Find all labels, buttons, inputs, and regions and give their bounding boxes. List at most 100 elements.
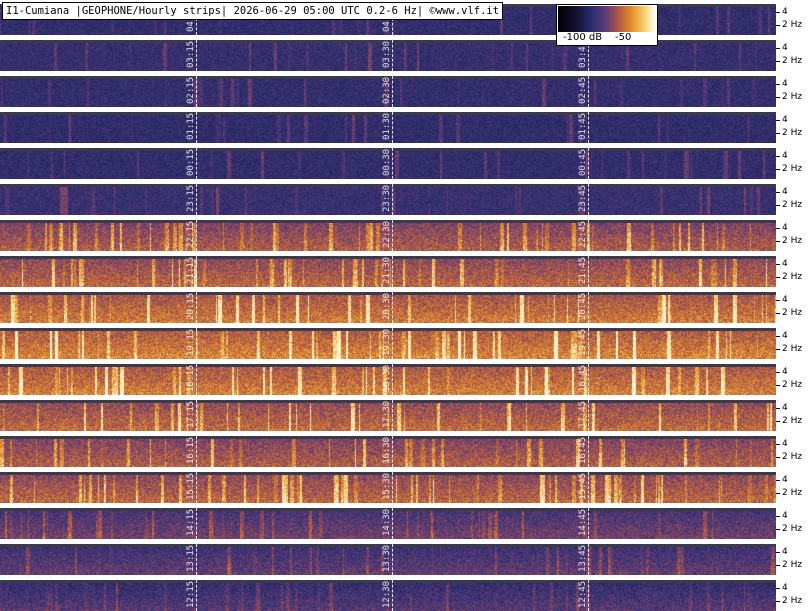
axis-tick: [776, 372, 780, 373]
time-marker-label: 03:15: [186, 40, 196, 68]
frequency-axis: 4 2 Hz: [776, 472, 812, 503]
axis-tick: [776, 493, 780, 494]
time-marker-label: 12:45: [578, 580, 588, 608]
time-marker-label: 15:15: [186, 472, 196, 500]
colorbar-legend: -100 dB -50: [556, 4, 658, 46]
axis-label-upper: 4: [782, 331, 788, 341]
axis-tick: [776, 457, 780, 458]
axis-label-upper: 4: [782, 79, 788, 89]
axis-label-lower: 2 Hz: [782, 56, 803, 66]
time-marker-label: 22:15: [186, 220, 196, 248]
time-marker-label: 03:30: [382, 40, 392, 68]
axis-label-lower: 2 Hz: [782, 200, 803, 210]
axis-tick: [776, 480, 780, 481]
time-marker-line: [588, 364, 589, 395]
axis-label-lower: 2 Hz: [782, 308, 803, 318]
axis-tick: [776, 133, 780, 134]
axis-label-upper: 4: [782, 511, 788, 521]
frequency-axis: 4 2 Hz: [776, 4, 812, 35]
time-marker-line: [392, 184, 393, 215]
axis-label-lower: 2 Hz: [782, 380, 803, 390]
axis-label-lower: 2 Hz: [782, 236, 803, 246]
axis-label-lower: 2 Hz: [782, 128, 803, 138]
time-marker-line: [392, 220, 393, 251]
time-marker-line: [588, 148, 589, 179]
time-marker-line: [588, 112, 589, 143]
frequency-axis: 4 2 Hz: [776, 256, 812, 287]
time-marker-line: [392, 508, 393, 539]
axis-tick: [776, 349, 780, 350]
time-marker-label: 13:15: [186, 544, 196, 572]
axis-tick: [776, 205, 780, 206]
time-marker-label: 02:45: [578, 76, 588, 104]
time-marker-line: [392, 112, 393, 143]
page-title: I1-Cumiana |GEOPHONE/Hourly strips| 2026…: [2, 2, 504, 20]
axis-label-lower: 2 Hz: [782, 560, 803, 570]
axis-tick: [776, 264, 780, 265]
time-marker-label: 20:45: [578, 292, 588, 320]
axis-tick: [776, 48, 780, 49]
time-marker-line: [588, 184, 589, 215]
axis-tick: [776, 156, 780, 157]
axis-label-upper: 4: [782, 547, 788, 557]
spectrogram-strip: 19:15 19:30 19:45: [0, 328, 776, 359]
time-marker-label: 17:15: [186, 400, 196, 428]
axis-label-upper: 4: [782, 7, 788, 17]
axis-label-upper: 4: [782, 43, 788, 53]
time-marker-label: 12:15: [186, 580, 196, 608]
time-marker-label: 19:30: [382, 328, 392, 356]
axis-tick: [776, 241, 780, 242]
time-marker-label: 01:30: [382, 112, 392, 140]
time-marker-line: [392, 76, 393, 107]
axis-label-upper: 4: [782, 115, 788, 125]
time-marker-label: 00:15: [186, 148, 196, 176]
time-marker-label: 01:15: [186, 112, 196, 140]
time-marker-label: 02:15: [186, 76, 196, 104]
spectrogram-strip: 23:15 23:30 23:45: [0, 184, 776, 215]
time-marker-label: 19:15: [186, 328, 196, 356]
time-marker-line: [196, 400, 197, 431]
time-marker-line: [588, 544, 589, 575]
time-marker-line: [196, 40, 197, 71]
time-marker-line: [588, 292, 589, 323]
axis-label-upper: 4: [782, 295, 788, 305]
frequency-axis: 4 2 Hz: [776, 220, 812, 251]
time-marker-line: [392, 544, 393, 575]
axis-tick: [776, 529, 780, 530]
time-marker-label: 20:15: [186, 292, 196, 320]
axis-label-upper: 4: [782, 259, 788, 269]
time-marker-label: 15:45: [578, 472, 588, 500]
axis-label-lower: 2 Hz: [782, 164, 803, 174]
spectrogram-strip: 12:15 12:30 12:45: [0, 580, 776, 611]
time-marker-line: [588, 220, 589, 251]
time-marker-label: 16:30: [382, 436, 392, 464]
colorbar-max-label: -50: [615, 32, 632, 43]
axis-label-lower: 2 Hz: [782, 272, 803, 282]
frequency-axis: 4 2 Hz: [776, 580, 812, 611]
axis-tick: [776, 408, 780, 409]
spectrogram-strip: 00:15 00:30 00:45: [0, 148, 776, 179]
time-marker-line: [196, 256, 197, 287]
frequency-axis: 4 2 Hz: [776, 508, 812, 539]
time-marker-label: 14:15: [186, 508, 196, 536]
time-marker-line: [588, 508, 589, 539]
axis-label-upper: 4: [782, 583, 788, 593]
time-marker-line: [196, 508, 197, 539]
axis-tick: [776, 565, 780, 566]
time-marker-line: [196, 364, 197, 395]
time-marker-line: [196, 580, 197, 611]
time-marker-line: [196, 76, 197, 107]
time-marker-line: [588, 580, 589, 611]
time-marker-line: [196, 292, 197, 323]
frequency-axis: 4 2 Hz: [776, 400, 812, 431]
time-marker-line: [588, 400, 589, 431]
time-marker-label: 01:45: [578, 112, 588, 140]
spectrogram-strip: 02:15 02:30 02:45: [0, 76, 776, 107]
time-marker-line: [588, 76, 589, 107]
axis-label-upper: 4: [782, 403, 788, 413]
axis-label-lower: 2 Hz: [782, 20, 803, 30]
time-marker-line: [392, 40, 393, 71]
time-marker-label: 14:45: [578, 508, 588, 536]
colorbar-gradient: [558, 6, 656, 32]
time-marker-label: 16:15: [186, 436, 196, 464]
